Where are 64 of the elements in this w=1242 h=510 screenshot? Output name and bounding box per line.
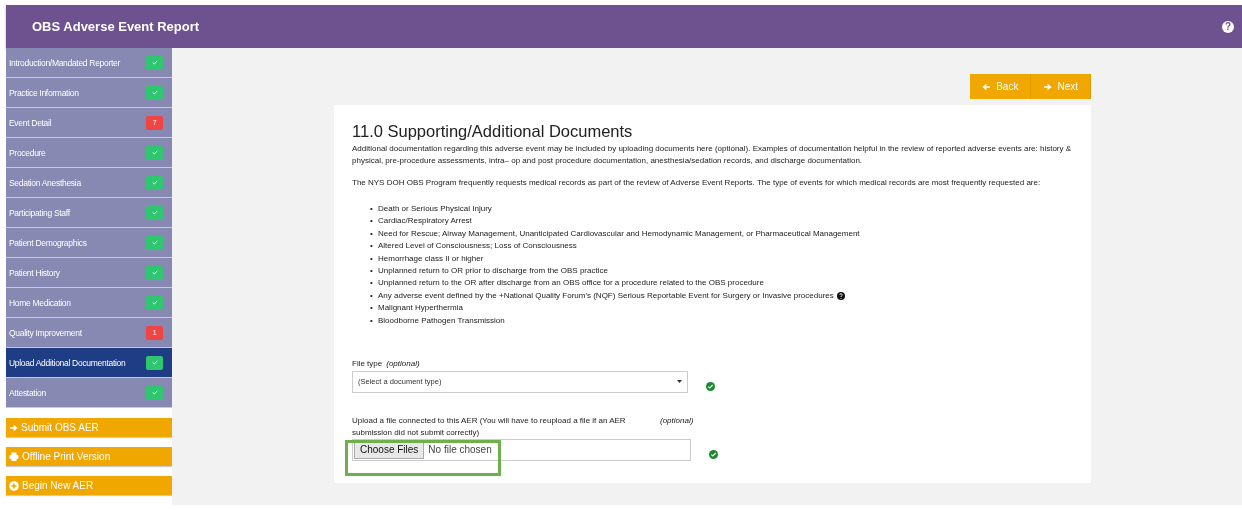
check-badge [146,205,163,220]
bullet: • [370,264,374,277]
bullet: • [370,215,374,228]
list-item: Any adverse event defined by the +National Quality Forum's (NQF) Serious Reportable Event for Surgery or Invasive procedures [378,289,834,302]
list-item: Need for Rescue; Airway Management, Unanticipated Cardiovascular and Hemodynamic Management, or Pharmaceutical Management [378,227,860,240]
optional-label: (optional) [386,358,420,368]
check-badge [146,175,163,190]
bullet: • [370,289,374,302]
arrow-right-icon [9,423,18,432]
paragraph: The NYS DOH OBS Program frequently requests medical records as part of the review of Adverse Event Reports. The type of events for which medical records are most frequently requested are: [352,176,1042,189]
arrow-left-icon [982,82,992,91]
list-item: Unplanned return to OR prior to discharge from the OBS practice [378,264,608,277]
sidebar-item[interactable]: Patient Demographics [6,228,172,258]
action-button[interactable]: Submit OBS AER [6,418,172,437]
sidebar-item[interactable]: Procedure [6,138,172,168]
list-item: Unplanned return to the OR after discharge from an OBS office for a procedure related to the OBS procedure [378,277,764,290]
arrow-right-icon [1043,82,1053,91]
bullet: • [370,252,374,265]
bullet: • [370,240,374,253]
plus-circle-icon [9,480,19,491]
action-button[interactable]: Offline Print Version [6,447,172,466]
check-badge [146,85,163,100]
bullet: • [370,302,374,315]
check-circle-icon [706,381,715,391]
sidebar-item[interactable]: Attestation [6,378,172,408]
optional-label: (optional) [660,414,694,427]
field-label: Upload a file connected to this AER (You will have to reupload a file if an AER submission did not submit correctly) [352,414,627,439]
sidebar-item[interactable]: Sedation Anesthesia [6,168,172,198]
list-item: Bloodborne Pathogen Transmission [378,314,505,327]
printer-icon [9,452,19,461]
check-badge [146,235,163,250]
check-badge [146,55,163,70]
sidebar-item[interactable]: Upload Additional Documentation [6,348,172,378]
action-button[interactable]: Begin New AER [6,476,172,495]
list-item: Altered Level of Consciousness; Loss of Consciousness [378,240,577,253]
check-badge [146,145,163,160]
check-badge [146,265,163,280]
sidebar-item[interactable]: Introduction/Mandated Reporter [6,48,172,78]
list-item: Death or Serious Physical Injury [378,202,492,215]
sidebar-item[interactable]: Home Medication [6,288,172,318]
bullet: • [370,227,374,240]
caret-down-icon [677,380,682,384]
list-item: Cardiac/Respiratory Arrest [378,215,472,228]
field-label: File type [352,358,383,368]
bullet: • [370,277,374,290]
bullet: • [370,202,374,215]
check-badge [146,295,163,310]
help-icon[interactable]: ? [1222,20,1234,33]
check-badge [146,355,163,370]
check-circle-icon [709,449,718,459]
list-item: Hemorrhage class II or higher [378,252,484,265]
back-button[interactable]: Back [970,74,1032,99]
bullet: • [370,314,374,327]
next-button[interactable]: Next [1031,74,1091,99]
paragraph: Additional documentation regarding this adverse event may be included by uploading documents here (optional). Examples of documentation helpful in the review of reported adverse events are: history & physical, pre-procedure assessments, intra– op and post procedure documentation, anesthesia/sedation records, and discharge documentation. [352,143,1073,168]
section-title: 11.0 Supporting/Additional Documents [352,122,634,141]
sidebar-item[interactable]: Patient History [6,258,172,288]
check-badge [146,385,163,400]
list-item: Malignant Hyperthermia [378,302,463,315]
sidebar-item[interactable]: Practice Information [6,78,172,108]
app-title: OBS Adverse Event Report [32,19,200,34]
file-input[interactable]: Choose Files No file chosen [352,438,691,461]
sidebar-item[interactable]: Participating Staff [6,198,172,228]
file-status: No file chosen [428,444,492,456]
